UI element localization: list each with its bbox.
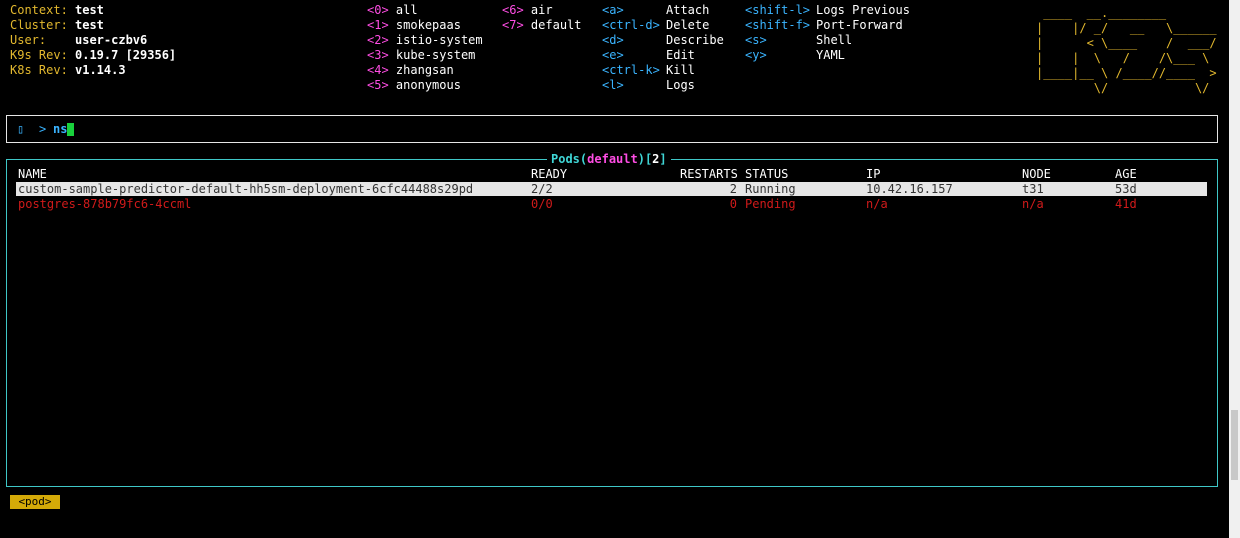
shortcut-key: <0> — [367, 3, 389, 17]
namespace-name: anonymous — [395, 78, 461, 92]
namespace-shortcut-all[interactable]: <0> all — [367, 3, 418, 18]
pod-ip: 10.42.16.157 — [866, 182, 953, 196]
namespace-shortcut-default[interactable]: <7> default — [502, 18, 582, 33]
hotkey-delete[interactable]: Delete — [666, 18, 709, 33]
table-namespace: default — [587, 152, 638, 166]
column-header-ready[interactable]: READY — [531, 167, 567, 182]
hotkey-port-forward-key: <shift-f> — [745, 18, 811, 32]
k8s-rev-value: v1.14.3 — [75, 63, 126, 77]
hotkey-shell[interactable]: Shell — [816, 33, 852, 48]
namespace-name: all — [395, 3, 418, 17]
pod-age: 53d — [1115, 182, 1137, 196]
prompt-arrow-icon: > — [39, 122, 47, 136]
pod-node: n/a — [1022, 197, 1044, 211]
namespace-shortcut-zhangsan[interactable]: <4> zhangsan — [367, 63, 454, 78]
context-value: test — [75, 3, 104, 17]
hotkey-logs-key: <l> — [602, 78, 624, 92]
namespace-shortcut-air[interactable]: <6> air — [502, 3, 553, 18]
prompt-icon: ▯ — [17, 122, 25, 136]
column-header-name[interactable]: NAME — [18, 167, 47, 182]
pod-age: 41d — [1115, 197, 1137, 211]
hotkey-port-forward[interactable]: Port-Forward — [816, 18, 903, 33]
shortcut-key: <3> — [367, 48, 389, 62]
resource-count: 2 — [652, 152, 660, 166]
hotkey-attach[interactable]: Attach — [666, 3, 709, 18]
namespace-shortcut-anonymous[interactable]: <5> anonymous — [367, 78, 461, 93]
window-scrollbar[interactable] — [1229, 0, 1240, 538]
hotkey-describe[interactable]: Describe — [666, 33, 724, 48]
namespace-name: zhangsan — [395, 63, 454, 77]
command-input[interactable]: ns — [53, 122, 67, 137]
namespace-name: kube-system — [395, 48, 476, 62]
namespace-shortcut-smokepaas[interactable]: <1> smokepaas — [367, 18, 461, 33]
shortcut-key: <6> — [502, 3, 524, 17]
k9s-rev-label: K9s Rev: — [10, 48, 68, 62]
cluster-label: Cluster: — [10, 18, 68, 32]
pod-node: t31 — [1022, 182, 1044, 196]
table-title: Pods(default)[2] — [547, 152, 671, 167]
hotkey-delete-key: <ctrl-d> — [602, 18, 660, 32]
column-header-restarts[interactable]: RESTARTS — [680, 167, 738, 182]
cluster-value: test — [75, 18, 104, 32]
user-value: user-czbv6 — [75, 33, 148, 47]
shortcut-key: <5> — [367, 78, 389, 92]
hotkey-logs-previous[interactable]: Logs Previous — [816, 3, 910, 18]
namespace-name: istio-system — [395, 33, 483, 47]
breadcrumb-pod[interactable]: <pod> — [10, 495, 60, 509]
text-cursor — [67, 123, 74, 136]
namespace-name: default — [530, 18, 582, 32]
hotkey-shell-key: <s> — [745, 33, 767, 47]
pod-restarts: 2 — [729, 182, 737, 196]
k8s-rev-label: K8s Rev: — [10, 63, 68, 77]
logo-line: |____|__ \ /____//____ > — [1036, 66, 1217, 80]
hotkey-edit[interactable]: Edit — [666, 48, 695, 63]
namespace-shortcut-istio-system[interactable]: <2> istio-system — [367, 33, 483, 48]
pod-ip: n/a — [866, 197, 888, 211]
user-label: User: — [10, 33, 47, 47]
logo-line: | < \____ / ___/ — [1036, 36, 1217, 50]
pod-status: Running — [745, 182, 796, 196]
shortcut-key: <1> — [367, 18, 389, 32]
pod-name: custom-sample-predictor-default-hh5sm-de… — [18, 182, 474, 196]
column-header-ip[interactable]: IP — [866, 167, 880, 182]
logo-line: | |/ _/ __ \______ — [1036, 21, 1217, 35]
resource-name: Pods — [551, 152, 580, 166]
hotkey-kill[interactable]: Kill — [666, 63, 695, 78]
hotkey-edit-key: <e> — [602, 48, 624, 62]
scrollbar-thumb[interactable] — [1231, 410, 1238, 480]
logo-line: ____ __.________ — [1036, 6, 1217, 20]
column-header-status[interactable]: STATUS — [745, 167, 788, 182]
hotkey-logs[interactable]: Logs — [666, 78, 695, 93]
shortcut-key: <2> — [367, 33, 389, 47]
hotkey-attach-key: <a> — [602, 3, 624, 17]
logo-line: | | \ / /\___ \ — [1036, 51, 1217, 65]
k9s-rev-value: 0.19.7 [29356] — [75, 48, 177, 62]
namespace-name: air — [530, 3, 553, 17]
logo-line: \/ \/ — [1036, 81, 1217, 95]
context-label: Context: — [10, 3, 68, 17]
pod-status: Pending — [745, 197, 796, 211]
hotkey-describe-key: <d> — [602, 33, 624, 47]
namespace-name: smokepaas — [395, 18, 461, 32]
shortcut-key: <7> — [502, 18, 524, 32]
pod-restarts: 0 — [729, 197, 737, 211]
pod-name: postgres-878b79fc6-4ccml — [18, 197, 192, 211]
hotkey-logs-previous-key: <shift-l> — [745, 3, 811, 17]
pod-ready: 0/0 — [531, 197, 553, 211]
column-header-age[interactable]: AGE — [1115, 167, 1137, 182]
shortcut-key: <4> — [367, 63, 389, 77]
hotkey-yaml-key: <y> — [745, 48, 767, 62]
pod-ready: 2/2 — [531, 182, 553, 196]
hotkey-yaml[interactable]: YAML — [816, 48, 845, 63]
namespace-shortcut-kube-system[interactable]: <3> kube-system — [367, 48, 475, 63]
command-prompt[interactable]: ▯ > ns — [6, 115, 1218, 143]
hotkey-kill-key: <ctrl-k> — [602, 63, 660, 77]
column-header-node[interactable]: NODE — [1022, 167, 1051, 182]
